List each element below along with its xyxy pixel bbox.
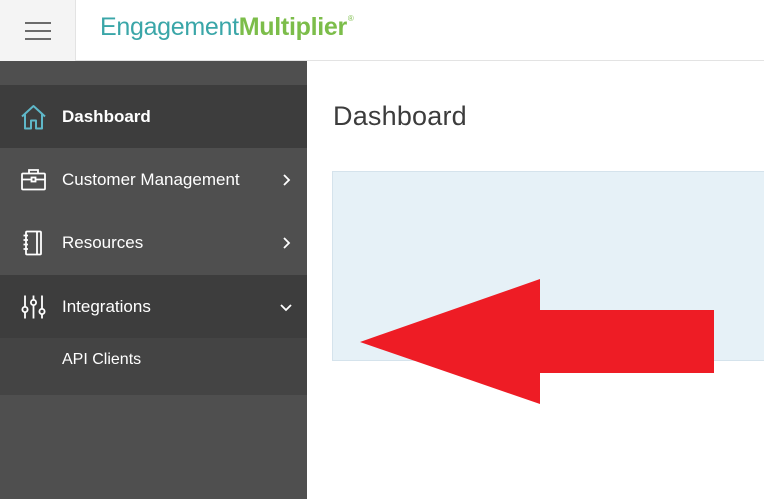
menu-button[interactable] — [0, 0, 76, 61]
hamburger-icon — [24, 21, 51, 40]
chevron-right-icon — [283, 173, 291, 186]
sidebar: Dashboard Customer Management Resources — [0, 61, 307, 499]
arrow-annotation-icon — [360, 279, 714, 404]
sliders-icon — [20, 293, 47, 320]
registered-mark: ® — [347, 14, 354, 23]
sidebar-item-integrations[interactable]: Integrations — [0, 275, 307, 338]
brand-name-part1: Engagement — [100, 13, 239, 41]
chevron-down-icon — [280, 303, 292, 311]
sidebar-item-label: Customer Management — [62, 169, 240, 189]
brand-logo[interactable]: EngagementMultiplier® — [100, 13, 354, 42]
sidebar-item-label: Integrations — [62, 296, 151, 316]
integrations-submenu: API Clients — [0, 338, 307, 395]
sidebar-item-label: Dashboard — [62, 106, 151, 126]
page-title: Dashboard — [333, 101, 467, 131]
brand-name-part2: Multiplier — [238, 13, 347, 41]
sidebar-subitem-label: API Clients — [62, 351, 142, 368]
sidebar-item-resources[interactable]: Resources — [0, 211, 307, 274]
sidebar-item-dashboard[interactable]: Dashboard — [0, 85, 307, 148]
sidebar-subitem-api-clients[interactable]: API Clients — [0, 338, 307, 382]
top-bar: EngagementMultiplier® — [0, 0, 764, 61]
notebook-icon — [20, 229, 47, 256]
sidebar-item-label: Resources — [62, 232, 144, 252]
sidebar-item-customer-management[interactable]: Customer Management — [0, 148, 307, 211]
briefcase-icon — [20, 166, 47, 193]
chevron-right-icon — [283, 236, 291, 249]
home-icon — [20, 103, 47, 130]
